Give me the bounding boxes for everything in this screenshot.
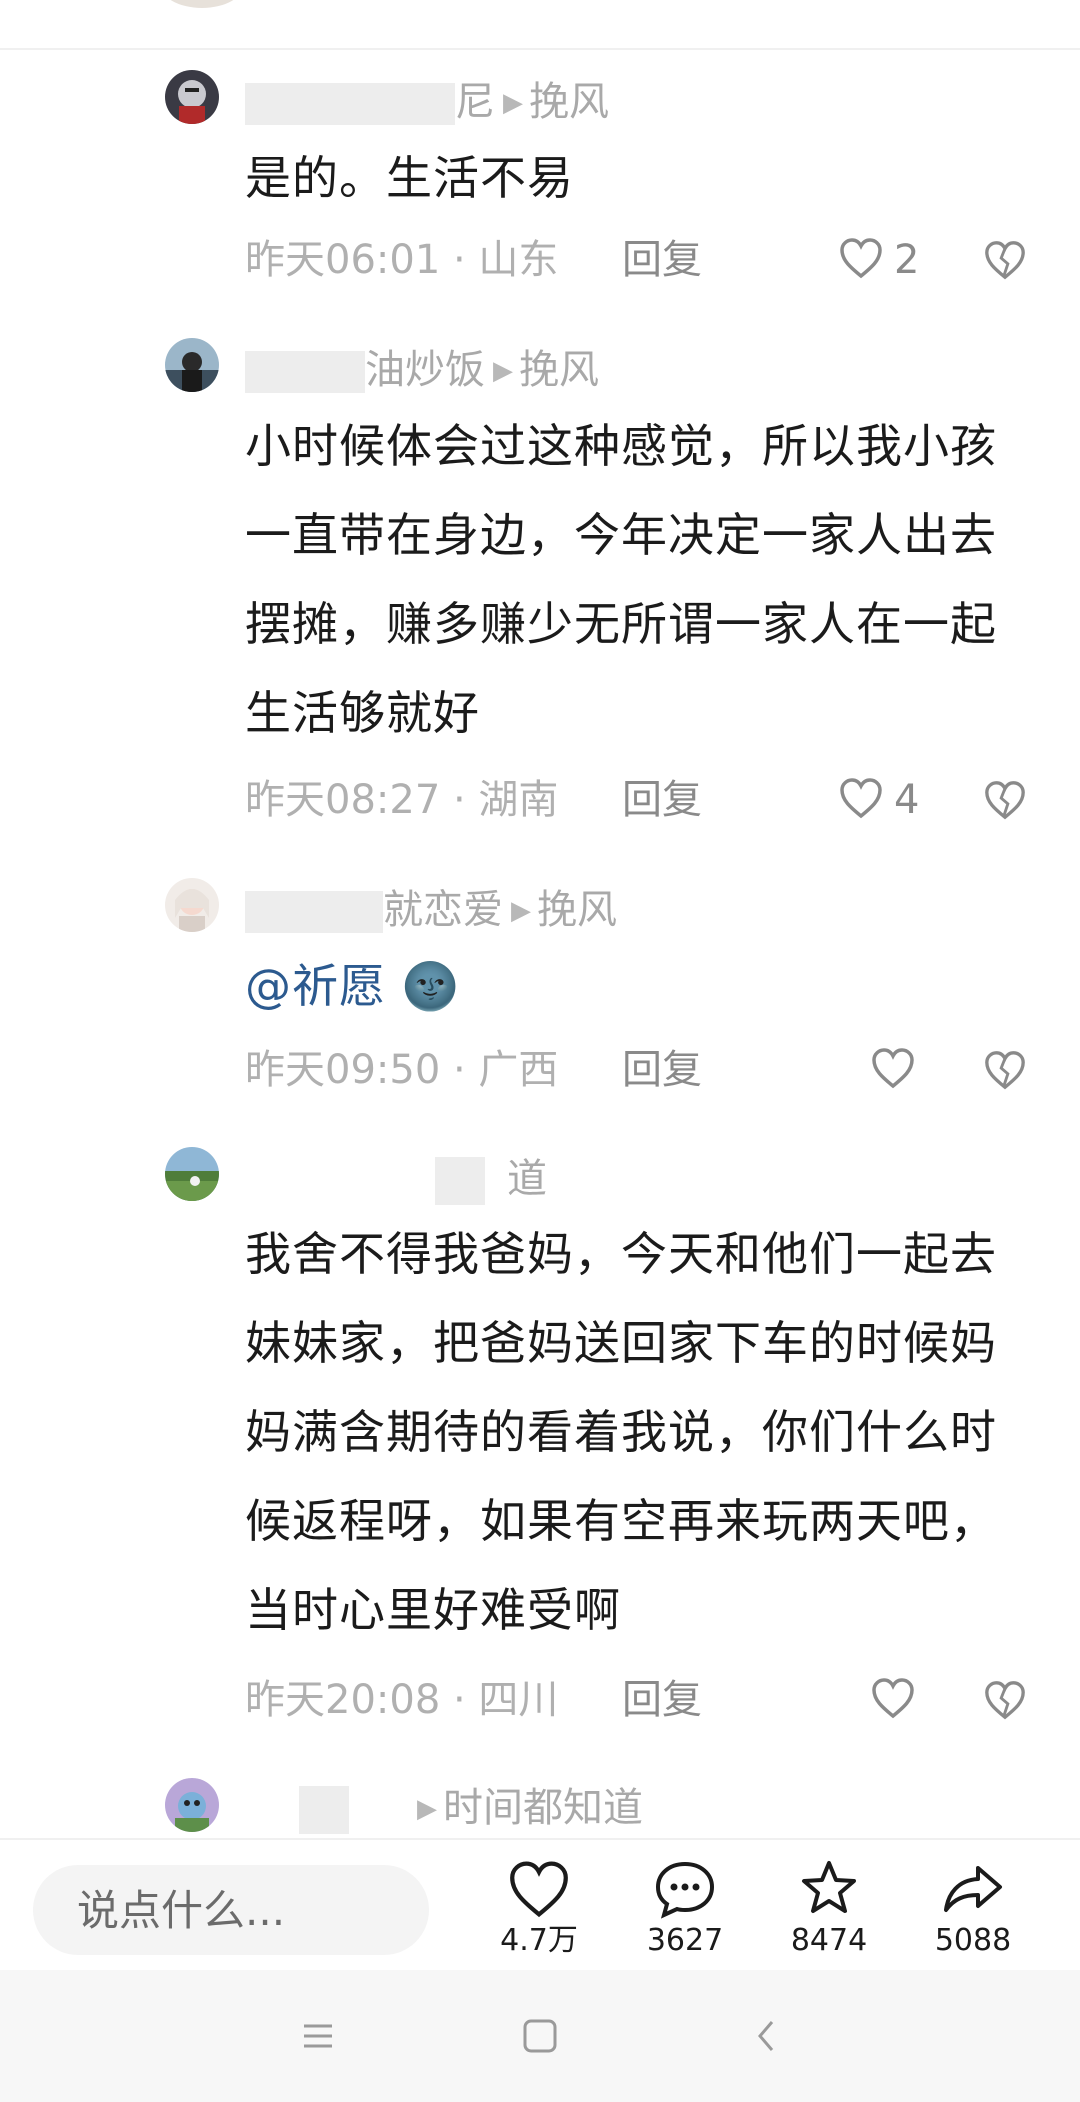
moon-face-emoji: 🌚 xyxy=(401,959,460,1013)
comment-text: 小时候体会过这种感觉，所以我小孩一直带在身边，今年决定一家人出去摆摊，赚多赚少无… xyxy=(245,419,997,740)
reply-button[interactable]: 回复 xyxy=(622,1046,702,1094)
comment-text: @祈愿 🌚 xyxy=(245,942,1035,1031)
avatar[interactable] xyxy=(165,338,219,392)
broken-heart-icon xyxy=(985,241,1025,280)
comment-screen: 尼 ▶ 挽风 是的。生活不易 昨天06:01 · 山东 回复 2 油炒饭 ▶ 挽风 小时… xyxy=(0,0,1080,2102)
system-nav-bar xyxy=(0,1970,1080,2102)
comment-time-location: 昨天08:27 · 湖南 xyxy=(245,777,559,823)
author-name[interactable]: 油炒饭 xyxy=(365,347,485,393)
reply-button[interactable]: 回复 xyxy=(622,236,702,284)
broken-heart-icon xyxy=(985,1051,1025,1090)
mention-link[interactable]: @祈愿 xyxy=(245,959,386,1013)
dislike-button[interactable] xyxy=(983,1048,1027,1092)
like-button[interactable] xyxy=(870,1046,926,1094)
author-name-redacted[interactable] xyxy=(245,83,455,125)
menu-lines-icon[interactable] xyxy=(290,2008,346,2064)
author-name-redacted[interactable] xyxy=(245,1160,435,1202)
like-count: 4 xyxy=(894,777,920,823)
avatar[interactable] xyxy=(165,1147,219,1201)
like-action-button[interactable]: 4.7万 xyxy=(484,1858,594,1958)
reply-button[interactable]: 回复 xyxy=(622,776,702,824)
author-line: 就恋爱 ▶ 挽风 xyxy=(245,886,617,934)
comment-input[interactable] xyxy=(33,1865,429,1955)
reply-to-name[interactable]: 挽风 xyxy=(537,887,617,933)
author-name-redacted[interactable] xyxy=(245,351,365,393)
like-button[interactable]: 4 xyxy=(838,776,919,824)
author-name-redacted[interactable] xyxy=(245,891,383,933)
comment-text: 我舍不得我爸妈，今天和他们一起去妹妹家，把爸妈送回家下车的时候妈妈满含期待的看着… xyxy=(245,1227,997,1637)
like-button[interactable] xyxy=(870,1676,926,1724)
broken-heart-icon xyxy=(985,781,1025,820)
broken-heart-icon xyxy=(985,1681,1025,1720)
heart-icon xyxy=(838,776,884,824)
share-arrow-icon xyxy=(944,1866,1002,1912)
reply-button[interactable]: 回复 xyxy=(622,1676,702,1724)
comment-bubble-icon xyxy=(655,1861,715,1919)
reply-arrow-icon: ▶ xyxy=(493,356,513,386)
author-line: 道 xyxy=(245,1155,547,1205)
square-home-icon[interactable] xyxy=(512,2008,568,2064)
dislike-button[interactable] xyxy=(983,238,1027,282)
avatar[interactable] xyxy=(160,0,244,8)
author-name-redacted xyxy=(435,1157,485,1205)
avatar[interactable] xyxy=(165,878,219,932)
comment-total: 3627 xyxy=(646,1923,724,1958)
avatar[interactable] xyxy=(165,1778,219,1832)
share-total: 5088 xyxy=(934,1923,1012,1958)
author-line: 油炒饭 ▶ 挽风 xyxy=(245,346,599,394)
heart-icon xyxy=(870,1676,916,1724)
bottom-action-bar: 4.7万 3627 8474 5088 xyxy=(0,1838,1080,1972)
heart-icon xyxy=(870,1046,916,1094)
comment-time-location: 昨天09:50 · 广西 xyxy=(245,1047,559,1093)
divider xyxy=(0,48,1080,50)
comment-time-location: 昨天06:01 · 山东 xyxy=(245,237,559,283)
favorite-total: 8474 xyxy=(790,1923,868,1958)
author-name[interactable]: 就恋爱 xyxy=(383,887,503,933)
like-count: 2 xyxy=(894,237,920,283)
like-button[interactable]: 2 xyxy=(838,236,919,284)
reply-to-name[interactable]: 挽风 xyxy=(519,347,599,393)
dislike-button[interactable] xyxy=(983,1678,1027,1722)
avatar[interactable] xyxy=(165,70,219,124)
star-icon xyxy=(802,1861,856,1913)
heart-icon xyxy=(510,1861,568,1918)
share-action-button[interactable]: 5088 xyxy=(918,1858,1028,1958)
like-total: 4.7万 xyxy=(500,1923,578,1958)
author-line: ▶ 时间都知道 xyxy=(245,1784,643,1834)
heart-icon xyxy=(838,236,884,284)
reply-to-name[interactable]: 时间都知道 xyxy=(443,1785,643,1831)
reply-to-name[interactable]: 挽风 xyxy=(529,79,609,125)
reply-arrow-icon: ▶ xyxy=(511,896,531,926)
favorite-action-button[interactable]: 8474 xyxy=(774,1858,884,1958)
reply-arrow-icon: ▶ xyxy=(503,88,523,118)
reply-arrow-icon: ▶ xyxy=(417,1794,437,1824)
author-line: 尼 ▶ 挽风 xyxy=(245,78,609,126)
author-name[interactable]: 道 xyxy=(507,1156,547,1202)
comment-text: 是的。生活不易 xyxy=(245,151,574,205)
back-chevron-icon[interactable] xyxy=(738,2008,794,2064)
author-name-redacted[interactable] xyxy=(299,1786,349,1834)
comment-action-button[interactable]: 3627 xyxy=(630,1858,740,1958)
dislike-button[interactable] xyxy=(983,778,1027,822)
comment-time-location: 昨天20:08 · 四川 xyxy=(245,1677,559,1723)
author-name[interactable]: 尼 xyxy=(455,79,495,125)
